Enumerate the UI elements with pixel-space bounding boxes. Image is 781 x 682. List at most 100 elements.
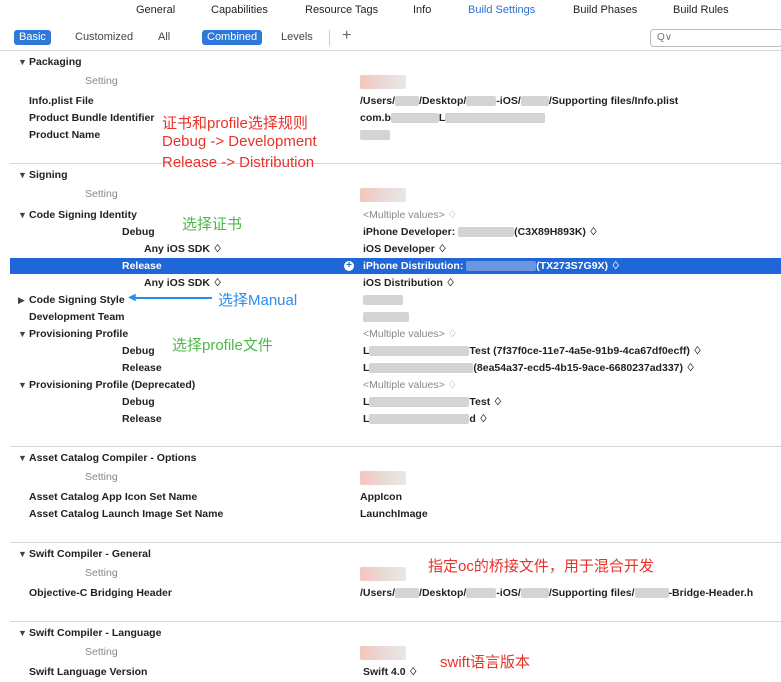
target-icon xyxy=(360,187,406,203)
section-packaging-header[interactable]: ▼ Packaging xyxy=(0,54,781,70)
setting-name: Product Bundle Identifier xyxy=(29,112,155,124)
filter-levels[interactable]: Levels xyxy=(276,30,318,45)
disclosure-open-icon[interactable]: ▼ xyxy=(18,625,27,641)
setting-row-profile-dep-release[interactable]: Release Ld ♢ xyxy=(0,411,781,427)
add-condition-icon[interactable]: + xyxy=(344,261,354,271)
setting-value[interactable] xyxy=(363,309,409,325)
setting-value[interactable]: <Multiple values> ♢ xyxy=(363,207,457,223)
setting-header-row: Setting xyxy=(0,469,781,486)
configuration-name: Release xyxy=(122,362,162,374)
setting-row-identity-release[interactable]: Release + iPhone Distribution: (TX273S7G… xyxy=(10,258,781,274)
setting-value[interactable]: AppIcon xyxy=(360,489,402,505)
setting-row-profile-release[interactable]: Release L (8ea54a37-ecd5-4b15-9ace-668023… xyxy=(0,360,781,376)
disclosure-open-icon[interactable]: ▼ xyxy=(18,167,27,183)
setting-row-app-icon[interactable]: Asset Catalog App Icon Set Name AppIcon xyxy=(0,489,781,505)
setting-row-info-plist[interactable]: Info.plist File /Users//Desktop/-iOS//Su… xyxy=(0,93,781,109)
section-signing-header[interactable]: ▼ Signing xyxy=(0,167,781,183)
section-title: Swift Compiler - Language xyxy=(29,627,162,639)
setting-name: Product Name xyxy=(29,129,101,141)
tab-build-rules[interactable]: Build Rules xyxy=(673,4,729,16)
setting-column-label: Setting xyxy=(85,471,118,483)
divider xyxy=(329,30,330,46)
section-title: Asset Catalog Compiler - Options xyxy=(29,452,197,464)
setting-value[interactable]: /Users//Desktop/-iOS//Supporting files/I… xyxy=(360,93,678,109)
tab-build-settings[interactable]: Build Settings xyxy=(468,4,535,16)
section-divider xyxy=(10,446,781,447)
tab-info[interactable]: Info xyxy=(413,4,431,16)
setting-row-code-signing-identity[interactable]: ▼ Code Signing Identity <Multiple values… xyxy=(0,207,781,223)
target-icon xyxy=(360,645,406,661)
annotation-rule-debug: Debug -> Development xyxy=(162,133,317,150)
setting-row-identity-release-sdk[interactable]: Any iOS SDK ♢ iOS Distribution ♢ xyxy=(0,275,781,291)
setting-row-provisioning-profile[interactable]: ▼ Provisioning Profile <Multiple values>… xyxy=(0,326,781,342)
disclosure-open-icon[interactable]: ▼ xyxy=(18,54,27,70)
setting-column-label: Setting xyxy=(85,75,118,87)
setting-header-row: Setting xyxy=(0,644,781,661)
filter-basic[interactable]: Basic xyxy=(14,30,51,45)
setting-value[interactable]: L (8ea54a37-ecd5-4b15-9ace-6680237ad337) … xyxy=(363,360,695,376)
filter-combined[interactable]: Combined xyxy=(202,30,263,45)
setting-row-bridging-header[interactable]: Objective-C Bridging Header /Users//Desk… xyxy=(0,585,781,601)
setting-row-launch-image[interactable]: Asset Catalog Launch Image Set Name Laun… xyxy=(0,506,781,522)
setting-value[interactable]: com.b L xyxy=(360,110,546,126)
search-input[interactable]: Q∨ xyxy=(650,29,781,47)
setting-row-development-team[interactable]: Development Team xyxy=(0,309,781,325)
tab-capabilities[interactable]: Capabilities xyxy=(211,4,268,16)
setting-value[interactable]: iOS Developer ♢ xyxy=(363,241,447,257)
sdk-condition[interactable]: Any iOS SDK ♢ xyxy=(144,241,222,257)
disclosure-open-icon[interactable]: ▼ xyxy=(18,377,27,393)
disclosure-open-icon[interactable]: ▼ xyxy=(18,326,27,342)
setting-value[interactable]: /Users//Desktop/-iOS//Supporting files/-… xyxy=(360,585,753,601)
search-icon: Q∨ xyxy=(657,32,673,43)
filter-customized[interactable]: Customized xyxy=(70,30,138,45)
setting-name: Asset Catalog App Icon Set Name xyxy=(29,491,198,503)
setting-row-profile-dep-debug[interactable]: Debug L Test ♢ xyxy=(0,394,781,410)
tab-general[interactable]: General xyxy=(136,4,175,16)
section-swift-language-header[interactable]: ▼ Swift Compiler - Language xyxy=(0,625,781,641)
add-setting-icon[interactable]: + xyxy=(342,27,351,45)
tab-resource-tags[interactable]: Resource Tags xyxy=(305,4,378,16)
setting-value[interactable]: LaunchImage xyxy=(360,506,428,522)
setting-value[interactable]: <Multiple values> ♢ xyxy=(363,326,457,342)
section-swift-general-header[interactable]: ▼ Swift Compiler - General xyxy=(0,546,781,562)
tab-build-phases[interactable]: Build Phases xyxy=(573,4,637,16)
section-title: Signing xyxy=(29,169,68,181)
setting-row-identity-debug[interactable]: Debug iPhone Developer: (C3X89H893K) ♢ xyxy=(0,224,781,240)
setting-value[interactable]: iOS Distribution ♢ xyxy=(363,275,455,291)
section-divider xyxy=(10,542,781,543)
disclosure-closed-icon[interactable]: ▶ xyxy=(18,292,25,308)
setting-value[interactable]: Ld ♢ xyxy=(363,411,488,427)
annotation-choose-profile: 选择profile文件 xyxy=(172,337,273,354)
setting-value[interactable]: L Test ♢ xyxy=(363,394,503,410)
configuration-name: Release xyxy=(122,413,162,425)
setting-value[interactable]: iPhone Distribution: (TX273S7G9X) ♢ xyxy=(363,258,620,274)
setting-header-row: Setting xyxy=(0,565,781,582)
disclosure-open-icon[interactable]: ▼ xyxy=(18,450,27,466)
setting-row-code-signing-style[interactable]: ▶ Code Signing Style xyxy=(0,292,781,308)
setting-row-swift-version[interactable]: Swift Language Version Swift 4.0 ♢ xyxy=(0,664,781,680)
setting-name: Objective-C Bridging Header xyxy=(29,587,172,599)
annotation-choose-cert: 选择证书 xyxy=(182,216,243,233)
disclosure-open-icon[interactable]: ▼ xyxy=(18,207,27,223)
setting-row-bundle-id[interactable]: Product Bundle Identifier com.b L xyxy=(0,110,781,126)
section-title: Swift Compiler - General xyxy=(29,548,151,560)
setting-value[interactable]: iPhone Developer: (C3X89H893K) ♢ xyxy=(363,224,598,240)
setting-header-row: Setting xyxy=(0,73,781,90)
setting-value[interactable] xyxy=(360,127,390,143)
setting-row-provisioning-profile-deprecated[interactable]: ▼ Provisioning Profile (Deprecated) <Mul… xyxy=(0,377,781,393)
sdk-condition[interactable]: Any iOS SDK ♢ xyxy=(144,275,222,291)
disclosure-open-icon[interactable]: ▼ xyxy=(18,546,27,562)
setting-value[interactable]: Swift 4.0 ♢ xyxy=(363,664,418,680)
setting-value[interactable]: L Test (7f37f0ce-11e7-4a5e-91b9-4ca67df0e… xyxy=(363,343,702,359)
section-asset-catalog-header[interactable]: ▼ Asset Catalog Compiler - Options xyxy=(0,450,781,466)
setting-row-product-name[interactable]: Product Name xyxy=(0,127,781,143)
setting-value[interactable] xyxy=(363,292,403,308)
setting-row-identity-debug-sdk[interactable]: Any iOS SDK ♢ iOS Developer ♢ xyxy=(0,241,781,257)
setting-value[interactable]: <Multiple values> ♢ xyxy=(363,377,457,393)
annotation-swift-version-note: swift语言版本 xyxy=(440,654,531,671)
setting-name: Code Signing Identity xyxy=(29,209,137,221)
annotation-rule-release: Release -> Distribution xyxy=(162,154,315,171)
setting-row-profile-debug[interactable]: Debug L Test (7f37f0ce-11e7-4a5e-91b9-4ca… xyxy=(0,343,781,359)
setting-name: Provisioning Profile xyxy=(29,328,129,340)
filter-all[interactable]: All xyxy=(153,30,175,45)
